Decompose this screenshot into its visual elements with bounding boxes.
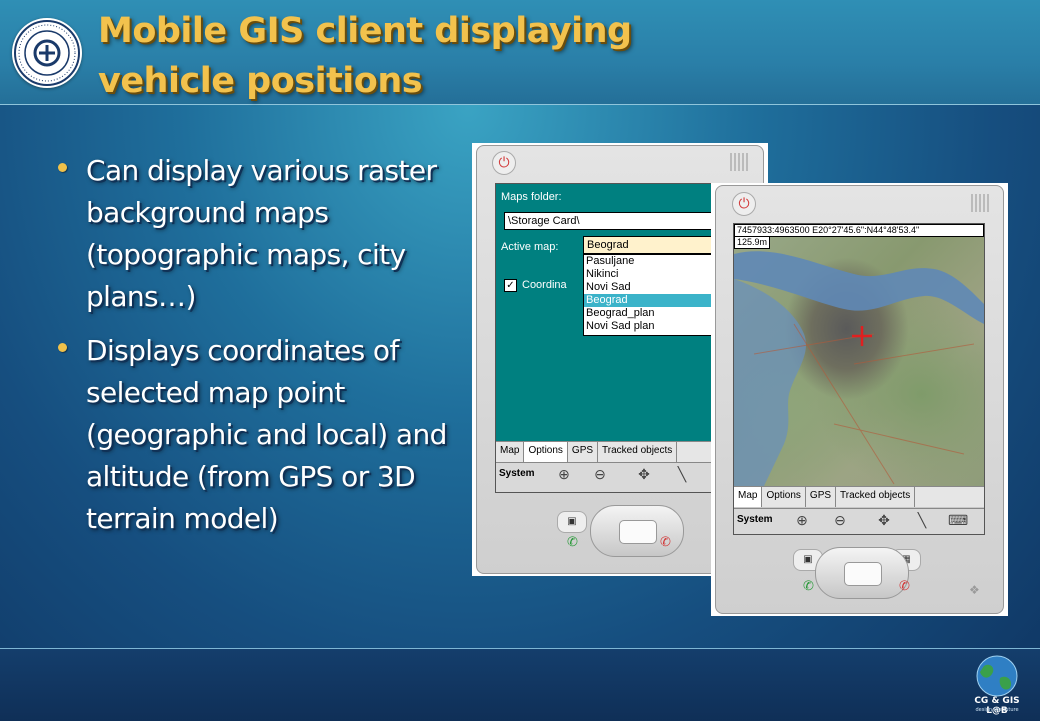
settings-toolbar: System ⊕ ⊖ ✥ ╲: [496, 462, 726, 492]
map-option[interactable]: Nikinci: [584, 268, 724, 281]
university-logo: [12, 18, 82, 88]
power-icon[interactable]: ⏻: [732, 192, 756, 216]
tab-gps[interactable]: GPS: [806, 487, 837, 507]
bullet-text: Can display various raster background ma…: [86, 154, 437, 313]
pan-icon[interactable]: ✥: [876, 512, 892, 528]
coordinates-checkbox-label: Coordina: [522, 279, 567, 291]
maps-folder-label: Maps folder:: [501, 191, 562, 203]
navigation-dpad[interactable]: [815, 547, 909, 599]
tab-tracked-objects[interactable]: Tracked objects: [598, 442, 678, 462]
settings-screen: Maps folder: \Storage Card\ Active map: …: [495, 183, 727, 493]
bullet-item: Can display various raster background ma…: [52, 150, 452, 318]
system-menu[interactable]: System: [737, 514, 773, 525]
tab-options[interactable]: Options: [762, 487, 806, 507]
zoom-in-icon[interactable]: ⊕: [794, 512, 810, 528]
tab-map[interactable]: Map: [496, 442, 525, 462]
bullet-dot-icon: [58, 343, 67, 352]
pda-map-device: ⏻ 7457933:4963500 E20°27'45.6":N44°48'53…: [711, 183, 1008, 616]
tab-options[interactable]: Options: [524, 442, 568, 462]
bullet-text: Displays coordinates of selected map poi…: [86, 334, 447, 535]
keyboard-icon[interactable]: ⌨: [948, 512, 968, 528]
tab-map[interactable]: Map: [734, 487, 763, 507]
settings-tabbar: Map Options GPS Tracked objects: [496, 441, 726, 462]
university-seal-icon: [14, 20, 80, 86]
active-map-select[interactable]: Beograd: [583, 236, 726, 254]
footer-band: [0, 648, 1040, 721]
call-green-icon[interactable]: ✆: [567, 535, 578, 550]
title-line-1: Mobile GIS client displaying: [98, 11, 632, 51]
bullet-item: Displays coordinates of selected map poi…: [52, 330, 452, 540]
left-softkey-button[interactable]: ▣: [557, 511, 587, 533]
dpad-center-button[interactable]: [619, 520, 657, 544]
map-option[interactable]: Novi Sad plan: [584, 320, 724, 333]
map-option-selected[interactable]: Beograd: [584, 294, 724, 307]
cg-gis-lab-logo: CG & GIS L@B design the future: [962, 654, 1032, 716]
globe-icon: [976, 655, 1018, 697]
coordinates-checkbox[interactable]: ✓: [504, 279, 517, 292]
lab-logo-tagline: design the future: [975, 707, 1019, 713]
power-icon[interactable]: ⏻: [492, 151, 516, 175]
call-green-icon[interactable]: ✆: [803, 579, 814, 594]
active-map-label: Active map:: [501, 241, 559, 253]
bullet-dot-icon: [58, 163, 67, 172]
windows-logo-icon: ❖: [969, 583, 980, 597]
map-option[interactable]: Beograd_plan: [584, 307, 724, 320]
map-option[interactable]: Pasuljane: [584, 255, 724, 268]
map-tabbar: Map Options GPS Tracked objects: [734, 486, 984, 507]
coordinates-readout: 7457933:4963500 E20°27'45.6":N44°48'53.4…: [734, 224, 984, 237]
raster-map-view[interactable]: 7457933:4963500 E20°27'45.6":N44°48'53.4…: [734, 224, 984, 486]
zoom-out-icon[interactable]: ⊖: [592, 466, 608, 482]
call-red-icon[interactable]: ✆: [899, 579, 910, 594]
active-map-dropdown-list[interactable]: Pasuljane Nikinci Novi Sad Beograd Beogr…: [583, 254, 725, 336]
lab-logo-text: CG & GIS L@B: [974, 696, 1020, 716]
measure-icon[interactable]: ╲: [674, 466, 690, 482]
tab-gps[interactable]: GPS: [568, 442, 599, 462]
dpad-center-button[interactable]: [844, 562, 882, 586]
system-menu[interactable]: System: [499, 468, 535, 479]
bullet-list: Can display various raster background ma…: [52, 150, 452, 552]
pan-icon[interactable]: ✥: [636, 466, 652, 482]
tab-tracked-objects[interactable]: Tracked objects: [836, 487, 916, 507]
altitude-readout: 125.9m: [734, 236, 771, 249]
measure-icon[interactable]: ╲: [914, 512, 930, 528]
slide-title: Mobile GIS client displaying vehicle pos…: [98, 6, 658, 106]
maps-folder-field[interactable]: \Storage Card\: [504, 212, 723, 230]
zoom-in-icon[interactable]: ⊕: [556, 466, 572, 482]
map-screen: 7457933:4963500 E20°27'45.6":N44°48'53.4…: [733, 223, 985, 535]
zoom-out-icon[interactable]: ⊖: [832, 512, 848, 528]
call-red-icon[interactable]: ✆: [660, 535, 671, 550]
map-rivers: [734, 251, 984, 486]
title-line-2: vehicle positions: [98, 61, 423, 101]
map-toolbar: System ⊕ ⊖ ✥ ╲ ⌨: [734, 508, 984, 534]
map-option[interactable]: Novi Sad: [584, 281, 724, 294]
speaker-grille-icon: [730, 153, 750, 171]
speaker-grille-icon: [971, 194, 991, 212]
